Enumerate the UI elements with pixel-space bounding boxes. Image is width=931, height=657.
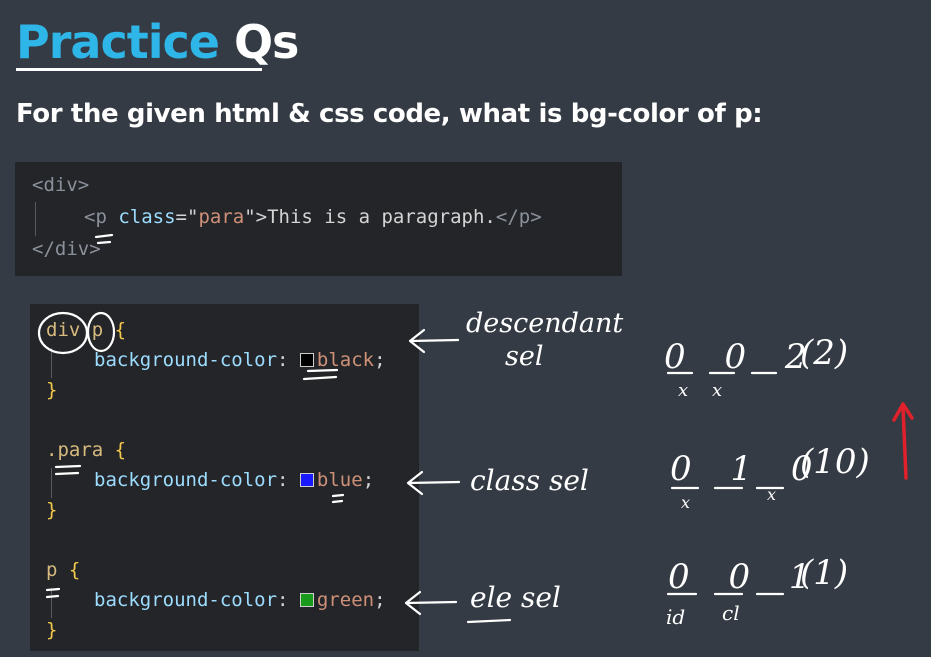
underline-mark — [45, 587, 61, 599]
arrow-left-icon — [406, 470, 461, 496]
arrow-up-icon — [892, 402, 914, 480]
rule2-total: (10) — [800, 442, 870, 482]
cl-column-label: cl — [722, 601, 740, 625]
underline-mark — [331, 493, 345, 504]
underline-mark — [54, 464, 82, 476]
id-column-label: id — [666, 605, 685, 629]
circle-p-mark — [86, 311, 116, 353]
rule1-specificity: 0 0 2 — [664, 337, 821, 377]
rule1-total: (2) — [800, 333, 848, 373]
handwritten-annotations: descendant sel class sel ele sel 0 0 2 (… — [37, 233, 914, 629]
underline-mark — [94, 233, 114, 245]
x-mark: x — [678, 380, 688, 401]
rule3-total: (1) — [800, 553, 848, 593]
x-mark: x — [681, 493, 690, 512]
class-sel-label: class sel — [470, 464, 589, 497]
x-mark: x — [767, 485, 776, 504]
x-mark: x — [712, 380, 722, 401]
underline-mark — [302, 368, 339, 381]
descendant-label: descendant — [466, 308, 623, 339]
ele-sel-label: ele sel — [470, 581, 561, 614]
arrow-left-icon — [404, 590, 458, 616]
descendant-sel-label: sel — [505, 341, 543, 372]
label-underline — [466, 618, 512, 624]
circle-div-mark — [37, 311, 89, 355]
arrow-left-icon — [408, 328, 460, 354]
